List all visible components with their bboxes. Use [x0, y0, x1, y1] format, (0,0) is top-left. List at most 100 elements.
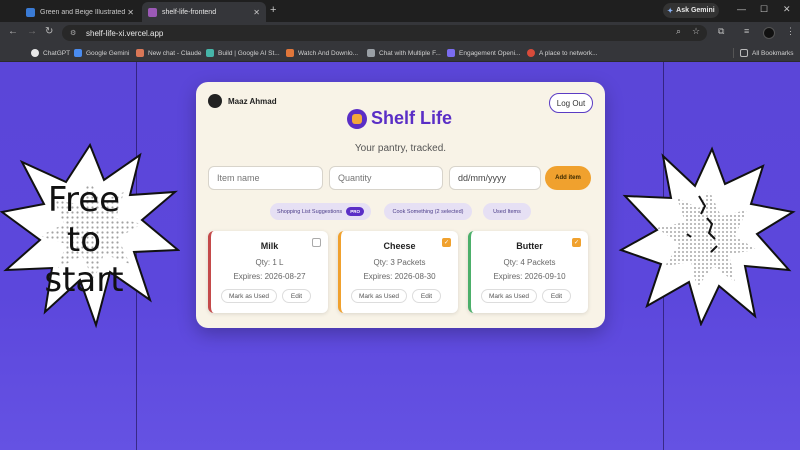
item-expiry: Expires: 2026-08-30 [363, 272, 436, 281]
shopping-suggestions-label: Shopping List Suggestions [277, 208, 343, 215]
bookmark-label: Chat with Multiple F... [379, 49, 441, 57]
select-checkbox[interactable]: ✓ [572, 238, 581, 247]
brand: Shelf Life [347, 108, 452, 129]
item-expiry: Expires: 2026-08-27 [233, 272, 306, 281]
item-name: Milk [260, 241, 279, 251]
promo-line: to [66, 220, 102, 260]
bookmark-label: Engagement Openi... [459, 49, 521, 57]
item-card-cheese: Cheese ✓ Qty: 3 Packets Expires: 2026-08… [338, 231, 458, 313]
bookmark-label: Google Gemini [86, 49, 130, 57]
browser-toolbar: ← → ↻ ⚙ shelf-life-xi.vercel.app ⌕ ☆ ⧉ ≡… [0, 22, 800, 44]
close-tab-icon[interactable]: ✕ [253, 8, 260, 17]
menu-icon[interactable]: ⋮ [786, 26, 795, 37]
claude-icon [136, 49, 144, 57]
user-info: Maaz Ahmad [208, 94, 277, 108]
used-items-button[interactable]: Used Items [483, 203, 531, 220]
user-name: Maaz Ahmad [228, 96, 277, 106]
item-quantity: Qty: 1 L [255, 258, 284, 267]
bookmark-gemini[interactable]: Google Gemini [74, 47, 129, 59]
maximize-button[interactable]: ☐ [760, 4, 768, 15]
promo-burst-right [618, 146, 796, 326]
promo-text: Free to start [12, 180, 156, 300]
extensions-icon[interactable]: ⧉ [718, 26, 724, 37]
network-icon [527, 49, 535, 57]
reload-icon[interactable]: ↻ [45, 26, 53, 37]
bookmark-label: Watch And Downlo... [298, 49, 359, 57]
bookmark-chatgpt[interactable]: ChatGPT [31, 47, 70, 59]
promo-line: start [44, 260, 124, 300]
select-checkbox[interactable] [312, 238, 321, 247]
cook-something-button[interactable]: Cook Something (2 selected) [384, 203, 472, 220]
bookmarks-divider [733, 48, 734, 58]
mark-as-used-button[interactable]: Mark as Used [481, 289, 537, 303]
canva-icon [26, 7, 35, 17]
folder-icon [740, 49, 748, 57]
site-info-icon[interactable]: ⚙ [70, 29, 80, 37]
close-window-button[interactable]: ✕ [783, 4, 791, 15]
item-name-input[interactable] [208, 166, 323, 190]
bookmark-chat-multiple[interactable]: Chat with Multiple F... [367, 47, 441, 59]
edit-button[interactable]: Edit [412, 289, 441, 303]
media-controls-icon[interactable]: ≡ [744, 26, 749, 36]
item-expiry: Expires: 2026-09-10 [493, 272, 566, 281]
promo-line: Free [47, 180, 121, 220]
back-icon[interactable]: ← [8, 26, 18, 37]
bookmark-star-icon[interactable]: ☆ [692, 26, 700, 37]
item-name: Butter [516, 241, 543, 251]
shelf-life-logo-icon [347, 108, 367, 129]
bookmark-label: New chat - Claude [148, 49, 202, 57]
tagline: Your pantry, tracked. [354, 143, 447, 154]
all-bookmarks-label: All Bookmarks [752, 49, 794, 57]
close-tab-icon[interactable]: ✕ [127, 8, 134, 17]
browser-tab-shelf-life[interactable]: shelf-life-frontend ✕ [142, 2, 266, 22]
browser-tab-canva[interactable]: Green and Beige Illustrated Gro ✕ [20, 2, 140, 22]
bookmarks-bar: ChatGPT Google Gemini New chat - Claude … [0, 44, 800, 62]
item-quantity: Qty: 3 Packets [373, 258, 426, 267]
bookmark-ai-studio[interactable]: Build | Google AI St... [206, 47, 280, 59]
bookmark-label: Build | Google AI St... [218, 49, 280, 57]
ask-gemini-button[interactable]: ✦ Ask Gemini [663, 3, 719, 18]
url-text: shelf-life-xi.vercel.app [86, 28, 164, 38]
bookmark-network[interactable]: A place to network... [527, 47, 598, 59]
page-viewport: Free to start Maaz Ahmad Log Out Shelf L… [0, 62, 800, 450]
add-item-button[interactable]: Add item [545, 166, 591, 190]
browser-tab-strip: Green and Beige Illustrated Gro ✕ shelf-… [0, 0, 800, 22]
item-quantity: Qty: 4 Packets [503, 258, 556, 267]
chat-icon [367, 49, 375, 57]
edit-button[interactable]: Edit [542, 289, 571, 303]
bookmark-label: A place to network... [539, 49, 598, 57]
mark-as-used-button[interactable]: Mark as Used [221, 289, 277, 303]
edit-button[interactable]: Edit [282, 289, 311, 303]
forward-icon[interactable]: → [27, 26, 37, 37]
avatar [208, 94, 222, 108]
tab-label: shelf-life-frontend [162, 8, 217, 16]
pro-badge: PRO [346, 207, 364, 216]
engagement-icon [447, 49, 455, 57]
new-tab-button[interactable]: + [270, 4, 276, 16]
profile-avatar[interactable] [763, 27, 775, 39]
all-bookmarks[interactable]: All Bookmarks [740, 47, 794, 59]
select-checkbox[interactable]: ✓ [442, 238, 451, 247]
expiry-date-input[interactable]: dd/mm/yyyy [449, 166, 541, 190]
bookmark-engagement[interactable]: Engagement Openi... [447, 47, 520, 59]
shelf-life-card: Maaz Ahmad Log Out Shelf Life Your pantr… [196, 82, 605, 328]
logout-button[interactable]: Log Out [549, 93, 593, 113]
bookmark-claude[interactable]: New chat - Claude [136, 47, 201, 59]
chatgpt-icon [31, 49, 39, 57]
gemini-icon [74, 49, 82, 57]
zoom-icon[interactable]: ⌕ [676, 26, 681, 37]
tab-label: Green and Beige Illustrated Gro [40, 8, 127, 16]
minimize-button[interactable]: — [737, 4, 746, 14]
ask-gemini-label: Ask Gemini [676, 7, 715, 14]
item-card-milk: Milk Qty: 1 L Expires: 2026-08-27 Mark a… [208, 231, 328, 313]
address-bar[interactable]: ⚙ shelf-life-xi.vercel.app [62, 25, 707, 41]
shopping-suggestions-button[interactable]: Shopping List Suggestions PRO [270, 203, 371, 220]
app-title: Shelf Life [371, 108, 453, 128]
ai-studio-icon [206, 49, 214, 57]
mark-as-used-button[interactable]: Mark as Used [351, 289, 407, 303]
bookmark-watch-download[interactable]: Watch And Downlo... [286, 47, 358, 59]
quantity-input[interactable] [329, 166, 443, 190]
item-card-butter: Butter ✓ Qty: 4 Packets Expires: 2026-09… [468, 231, 588, 313]
vercel-icon [148, 7, 157, 17]
download-site-icon [286, 49, 294, 57]
